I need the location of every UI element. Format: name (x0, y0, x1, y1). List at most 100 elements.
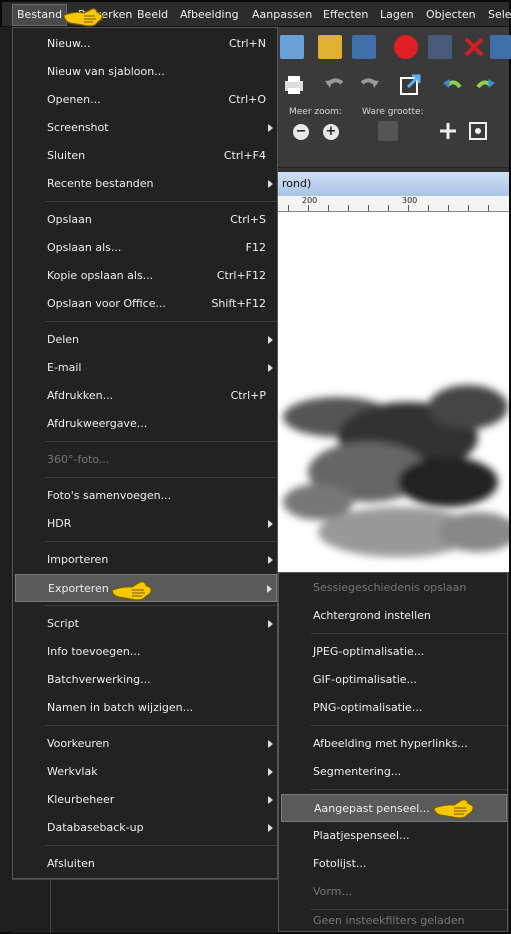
stop-square-icon[interactable] (352, 35, 376, 59)
submenu-arrow-icon (268, 520, 273, 528)
export-arrow-icon[interactable] (398, 73, 422, 97)
redo-icon[interactable] (358, 73, 382, 97)
ruler-label-300: 300 (402, 196, 418, 205)
ruler-label-200: 200 (302, 196, 318, 205)
menu-afbeelding[interactable]: Afbeelding (176, 4, 243, 26)
menu-item-afsluiten[interactable]: Afsluiten (13, 850, 277, 878)
image-canvas[interactable] (278, 212, 509, 572)
menu-item-script[interactable]: Script (13, 610, 277, 638)
pointer-hand-icon (432, 796, 476, 823)
menu-item-werkvlak[interactable]: Werkvlak (13, 758, 277, 786)
menu-item-voorkeuren[interactable]: Voorkeuren (13, 730, 277, 758)
toolbar-btn-grid-icon[interactable] (280, 35, 304, 59)
cloud-brush-image (283, 385, 509, 557)
menu-item-fotos-samenvoegen[interactable]: Foto's samenvoegen... (13, 482, 277, 510)
submenu-arrow-icon (268, 620, 273, 628)
menu-item-databaseback-up[interactable]: Databaseback-up (13, 814, 277, 842)
menu-item-email[interactable]: E-mail (13, 354, 277, 382)
menu-item-recente-bestanden[interactable]: Recente bestanden (13, 170, 277, 198)
menu-item-kleurbeheer[interactable]: Kleurbeheer (13, 786, 277, 814)
horizontal-ruler: 200 300 (278, 196, 509, 212)
fit-icon[interactable] (468, 121, 488, 141)
submenu-arrow-icon (268, 124, 273, 132)
pointer-hand-icon (110, 578, 154, 605)
submenu-item-sessiegeschiedenis-opslaan: Sessiegeschiedenis opslaan (313, 581, 467, 594)
menu-separator (45, 321, 277, 322)
menu-item-360-foto: 360°-foto... (47, 453, 110, 466)
menu-item-sluiten[interactable]: Sluiten Ctrl+F4 (13, 142, 277, 170)
menu-separator (45, 201, 277, 202)
menu-separator (45, 845, 277, 846)
submenu-item-achtergrond-instellen[interactable]: Achtergrond instellen (279, 602, 507, 630)
export-submenu: Sessiegeschiedenis opslaan Achtergrond i… (278, 572, 508, 932)
menu-item-hdr[interactable]: HDR (13, 510, 277, 538)
menu-separator (311, 789, 507, 790)
folder-upload-icon[interactable] (318, 35, 342, 59)
menu-item-opslaan[interactable]: Opslaan Ctrl+S (13, 206, 277, 234)
pause-icon[interactable] (428, 35, 452, 59)
menu-item-nieuw[interactable]: Nieuw... Ctrl+N (13, 30, 277, 58)
submenu-item-fotolijst[interactable]: Fotolijst... (279, 850, 507, 878)
frame-icon[interactable] (490, 35, 511, 59)
menu-beeld[interactable]: Beeld (133, 4, 172, 26)
menu-bestand[interactable]: Bestand (12, 4, 68, 26)
submenu-arrow-icon (268, 796, 273, 804)
menu-item-importeren[interactable]: Importeren (13, 546, 277, 574)
minus-circle-icon[interactable]: − (293, 124, 309, 140)
menu-effecten[interactable]: Effecten (319, 4, 372, 26)
menu-separator (311, 725, 507, 726)
menu-item-screenshot[interactable]: Screenshot (13, 114, 277, 142)
actual-size-icon[interactable] (378, 121, 398, 141)
file-menu: Nieuw... Ctrl+N Nieuw van sjabloon... Ope… (12, 27, 278, 879)
menu-item-namen-in-batch-wijzigen[interactable]: Namen in batch wijzigen... (13, 694, 277, 722)
menu-item-kopie-opslaan-als[interactable]: Kopie opslaan als... Ctrl+F12 (13, 262, 277, 290)
submenu-arrow-icon (268, 364, 273, 372)
menu-item-info-toevoegen[interactable]: Info toevoegen... (13, 638, 277, 666)
submenu-item-afbeelding-met-hyperlinks[interactable]: Afbeelding met hyperlinks... (279, 730, 507, 758)
zoom-more-label: Meer zoom: (289, 107, 342, 117)
record-icon[interactable] (394, 35, 418, 59)
delete-x-icon[interactable] (462, 35, 486, 59)
submenu-arrow-icon (268, 740, 273, 748)
menu-item-opslaan-voor-office[interactable]: Opslaan voor Office... Shift+F12 (13, 290, 277, 318)
submenu-item-jpeg-optimalisatie[interactable]: JPEG-optimalisatie... (279, 638, 507, 666)
submenu-arrow-icon (268, 180, 273, 188)
forward-arrow-icon[interactable] (474, 73, 498, 97)
submenu-arrow-icon (268, 824, 273, 832)
menu-item-opslaan-als[interactable]: Opslaan als... F12 (13, 234, 277, 262)
back-arrow-icon[interactable] (440, 73, 464, 97)
toolbar: Meer zoom: Ware grootte: − + (278, 27, 511, 168)
menu-aanpassen[interactable]: Aanpassen (248, 4, 316, 26)
submenu-item-gif-optimalisatie[interactable]: GIF-optimalisatie... (279, 666, 507, 694)
move-icon[interactable] (438, 121, 458, 141)
app-workspace: Meer zoom: Ware grootte: − + rond) 200 3… (278, 27, 511, 572)
submenu-item-png-optimalisatie[interactable]: PNG-optimalisatie... (279, 694, 507, 722)
menu-item-openen[interactable]: Openen... Ctrl+O (13, 86, 277, 114)
menu-separator (311, 909, 507, 910)
submenu-item-geen-insteekfilters: Geen insteekfilters geladen (313, 914, 465, 927)
submenu-item-segmentering[interactable]: Segmentering... (279, 758, 507, 786)
submenu-arrow-icon (268, 768, 273, 776)
menu-item-nieuw-van-sjabloon[interactable]: Nieuw van sjabloon... (13, 58, 277, 86)
bottom-panel (12, 879, 278, 933)
undo-icon[interactable] (322, 73, 346, 97)
submenu-arrow-icon (268, 556, 273, 564)
submenu-item-plaatjespenseel[interactable]: Plaatjespenseel... (279, 822, 507, 850)
menu-item-afdrukweergave[interactable]: Afdrukweergave... (13, 410, 277, 438)
menu-separator (45, 725, 277, 726)
menu-item-batchverwerking[interactable]: Batchverwerking... (13, 666, 277, 694)
submenu-arrow-icon (267, 585, 272, 593)
menu-item-delen[interactable]: Delen (13, 326, 277, 354)
plus-circle-icon[interactable]: + (323, 124, 339, 140)
print-icon[interactable] (282, 73, 306, 97)
submenu-arrow-icon (268, 336, 273, 344)
menu-separator (45, 605, 277, 606)
document-title-bar[interactable]: rond) (278, 172, 509, 196)
menu-separator (45, 441, 277, 442)
menu-objecten[interactable]: Objecten (422, 4, 480, 26)
menu-separator (45, 477, 277, 478)
menu-separator (45, 541, 277, 542)
menu-selecties[interactable]: Sele (484, 4, 511, 26)
menu-item-afdrukken[interactable]: Afdrukken... Ctrl+P (13, 382, 277, 410)
menu-lagen[interactable]: Lagen (376, 4, 418, 26)
